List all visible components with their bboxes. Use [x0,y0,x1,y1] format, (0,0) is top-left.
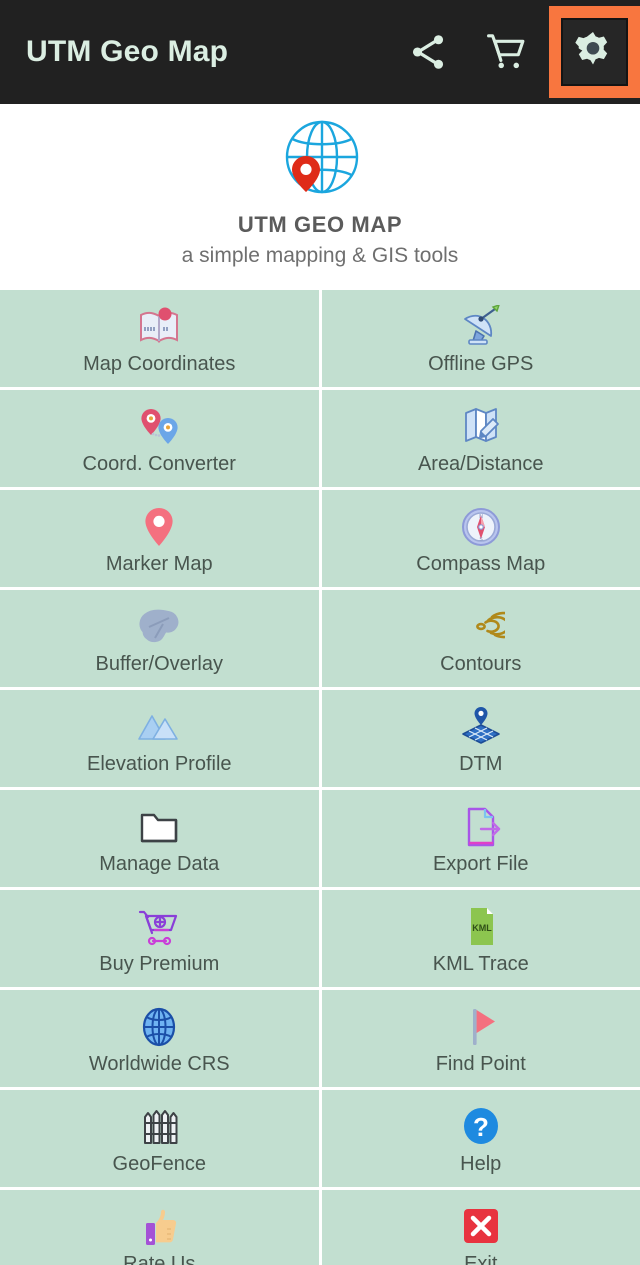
mountains-icon [131,702,187,752]
thumbs-up-icon [131,1202,187,1252]
kml-badge-text: KML [472,923,492,933]
open-map-icon [131,302,187,352]
kml-file-icon: KML [453,902,509,952]
terrain-mesh-icon [453,702,509,752]
globe-icon [131,1002,187,1052]
brand-name: UTM GEO MAP [237,212,403,237]
menu-item-label: Buy Premium [99,953,220,975]
globe-pin-logo [268,112,372,208]
folder-icon [131,802,187,852]
svg-text:N: N [479,514,483,520]
menu-item-coord-converter[interactable]: Coord. Converter [0,390,319,487]
share-button[interactable] [389,0,467,104]
menu-item-label: Find Point [435,1053,526,1075]
menu-item-label: Manage Data [99,853,220,875]
menu-item-geofence[interactable]: GeoFence [0,1090,319,1187]
cart-button[interactable] [467,0,545,104]
menu-item-marker-map[interactable]: Marker Map [0,490,319,587]
menu-item-export-file[interactable]: Export File [321,790,640,887]
menu-item-area-distance[interactable]: Area/Distance [321,390,640,487]
compass-icon: N S [453,502,509,552]
menu-item-map-coordinates[interactable]: Map Coordinates [0,290,319,387]
contour-spiral-icon [453,602,509,652]
buffer-shape-icon [131,602,187,652]
menu-item-rate-us[interactable]: Rate Us [0,1190,319,1265]
menu-item-label: Exit [464,1253,498,1265]
menu-item-label: Area/Distance [417,453,544,475]
menu-item-label: Buffer/Overlay [95,653,223,675]
flag-icon [453,1002,509,1052]
app-root: UTM Geo Map UTM GEO MAP a simple mapping… [0,0,640,1265]
menu-item-label: DTM [459,753,503,775]
two-pins-icon [131,402,187,452]
app-bar-actions [389,0,640,104]
menu-item-exit[interactable]: Exit [321,1190,640,1265]
menu-item-elevation-profile[interactable]: Elevation Profile [0,690,319,787]
menu-item-label: Export File [432,853,529,875]
page-title: UTM Geo Map [26,35,229,68]
menu-item-manage-data[interactable]: Manage Data [0,790,319,887]
share-icon [407,31,449,73]
menu-item-label: Coord. Converter [82,453,236,475]
menu-item-help[interactable]: ? Help [321,1090,640,1187]
menu-item-compass-map[interactable]: N S Compass Map [321,490,640,587]
menu-item-buffer-overlay[interactable]: Buffer/Overlay [0,590,319,687]
menu-item-dtm[interactable]: DTM [321,690,640,787]
cart-icon [484,30,528,74]
menu-item-contours[interactable]: Contours [321,590,640,687]
menu-item-label: Compass Map [416,553,546,575]
menu-item-worldwide-crs[interactable]: Worldwide CRS [0,990,319,1087]
menu-item-label: Offline GPS [428,353,534,375]
close-square-icon [453,1202,509,1252]
fence-icon [131,1102,187,1152]
settings-button[interactable] [545,0,640,104]
menu-item-label: Worldwide CRS [88,1053,230,1075]
menu-grid: Map Coordinates Offline GPS Coord. Conve… [0,289,640,1265]
map-pin-icon [131,502,187,552]
menu-item-label: Help [460,1153,502,1175]
map-pencil-icon [453,402,509,452]
app-bar: UTM Geo Map [0,0,640,104]
gear-icon [572,29,614,76]
menu-item-kml-trace[interactable]: KML KML Trace [321,890,640,987]
question-circle-icon: ? [453,1102,509,1152]
brand-block: UTM GEO MAP a simple mapping & GIS tools [0,104,640,289]
menu-item-label: Contours [440,653,522,675]
menu-item-label: Elevation Profile [86,753,232,775]
menu-item-label: Marker Map [105,553,213,575]
menu-item-find-point[interactable]: Find Point [321,990,640,1087]
menu-item-buy-premium[interactable]: Buy Premium [0,890,319,987]
menu-item-label: Rate Us [123,1253,196,1265]
menu-item-label: KML Trace [432,953,529,975]
satellite-dish-icon [453,302,509,352]
menu-item-label: Map Coordinates [83,353,236,375]
brand-tagline: a simple mapping & GIS tools [181,244,459,267]
svg-text:?: ? [473,1112,489,1142]
cart-plus-icon [131,902,187,952]
file-export-icon [453,802,509,852]
menu-item-offline-gps[interactable]: Offline GPS [321,290,640,387]
menu-item-label: GeoFence [112,1153,206,1175]
